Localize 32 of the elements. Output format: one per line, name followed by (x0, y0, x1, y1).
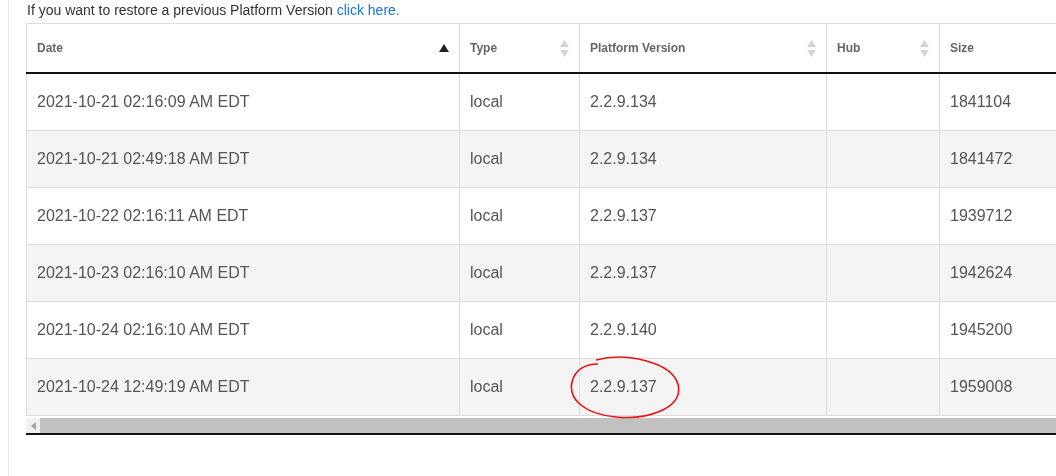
table-cell: 2.2.9.137 (590, 378, 657, 395)
table-cell: 1841104 (950, 93, 1012, 110)
table-cell: local (470, 321, 503, 338)
table-cell: 2021-10-21 02:49:18 AM EDT (37, 150, 250, 167)
table-cell: 1942624 (950, 264, 1013, 281)
table-cell: 2.2.9.140 (590, 321, 657, 338)
table-cell: 2.2.9.137 (590, 264, 657, 281)
table-cell: 2.2.9.134 (590, 150, 657, 167)
notice-text: If you want to restore a previous Platform Version click here. (27, 1, 401, 20)
sort-icon[interactable] (560, 39, 569, 57)
table-cell: local (470, 150, 503, 167)
table-cell: 1959008 (950, 378, 1013, 395)
table-cell: 1939712 (950, 207, 1013, 224)
sort-ascending-icon[interactable] (439, 44, 449, 52)
table-cell: 1945200 (950, 321, 1013, 338)
table-cell: local (470, 378, 503, 395)
sort-icon[interactable] (920, 39, 929, 57)
table-cell: 2.2.9.134 (590, 93, 657, 110)
table-cell: 2021-10-24 12:49:19 AM EDT (37, 378, 250, 395)
scroll-left-icon[interactable] (30, 421, 36, 430)
table-cell: 2021-10-22 02:16:11 AM EDT (37, 207, 249, 224)
table-cell: 2021-10-24 02:16:10 AM EDT (37, 321, 250, 338)
click-here-link[interactable]: click here. (336, 2, 400, 18)
sort-icon[interactable] (807, 39, 816, 57)
table-cell: 1841472 (950, 150, 1013, 167)
table-cell: local (470, 93, 503, 110)
table-cell: 2.2.9.137 (590, 207, 657, 224)
table-cell: 2021-10-21 02:16:09 AM EDT (37, 93, 250, 110)
table-cell: local (470, 264, 503, 281)
table-cell: local (470, 207, 503, 224)
table-cell: 2021-10-23 02:16:10 AM EDT (37, 264, 250, 281)
horizontal-scrollbar[interactable] (26, 418, 1056, 435)
